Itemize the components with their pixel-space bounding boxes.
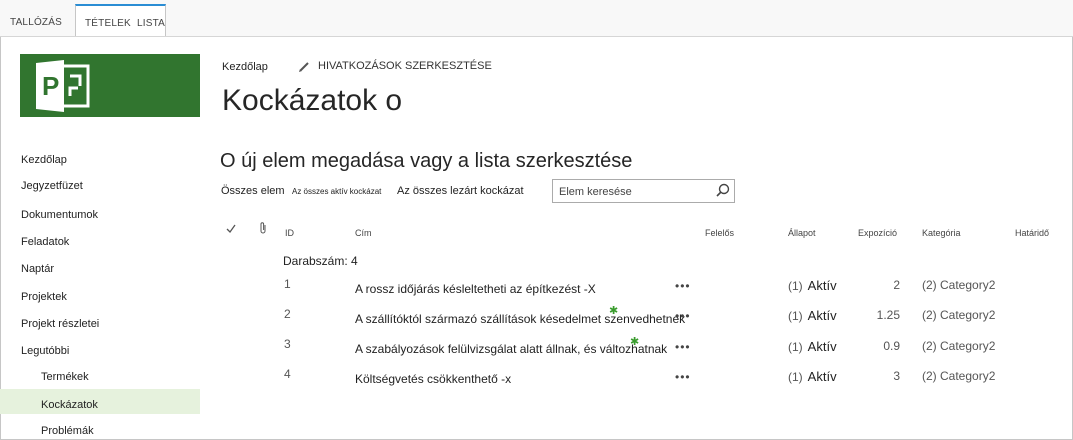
- row-id: 2: [284, 307, 291, 321]
- row-category: (2) Category2: [922, 369, 996, 383]
- attachment-icon: [260, 222, 266, 234]
- tab-items-list[interactable]: TÉTELEK LISTA: [75, 4, 166, 36]
- row-status: (1) Aktív: [788, 339, 837, 354]
- column-header-exposure[interactable]: Expozíció: [858, 228, 897, 238]
- edit-links-button[interactable]: HIVATKOZÁSOK SZERKESZTÉSE: [299, 60, 492, 72]
- nav-item-home[interactable]: Kezdőlap: [21, 154, 67, 166]
- row-more-button[interactable]: •••: [675, 309, 691, 323]
- row-status: (1) Aktív: [788, 369, 837, 384]
- row-status-code: (1): [788, 370, 803, 384]
- row-more-button[interactable]: •••: [675, 370, 691, 384]
- row-exposure: 1.25: [876, 308, 900, 322]
- row-status-code: (1): [788, 340, 803, 354]
- row-id: 1: [284, 277, 291, 291]
- project-logo[interactable]: P: [20, 54, 200, 117]
- row-more-button[interactable]: •••: [675, 340, 691, 354]
- ribbon: TALLÓZÁS TÉTELEK LISTA: [0, 0, 1073, 37]
- view-active-risks[interactable]: Az összes aktív kockázat: [292, 187, 381, 196]
- tab-items[interactable]: TÉTELEK: [85, 6, 131, 42]
- row-status: (1) Aktív: [788, 278, 837, 293]
- tab-browse[interactable]: TALLÓZÁS: [10, 0, 62, 36]
- row-status-code: (1): [788, 309, 803, 323]
- nav-item-notebook[interactable]: Jegyzetfüzet: [21, 180, 83, 192]
- row-title-link[interactable]: A rossz időjárás késleltetheti az építke…: [355, 282, 596, 296]
- column-header-category[interactable]: Kategória: [922, 228, 961, 238]
- row-id: 4: [284, 367, 291, 381]
- row-status: (1) Aktív: [788, 308, 837, 323]
- breadcrumb-home[interactable]: Kezdőlap: [222, 61, 268, 73]
- edit-links-label: HIVATKOZÁSOK SZERKESZTÉSE: [318, 60, 492, 72]
- row-title-link[interactable]: A szállítóktól származó szállítások kése…: [355, 312, 685, 326]
- row-status-label: Aktív: [807, 369, 837, 384]
- column-header-title[interactable]: Cím: [355, 228, 372, 238]
- new-item-link[interactable]: O új elem megadása vagy a lista szerkesz…: [220, 150, 632, 172]
- row-status-label: Aktív: [807, 339, 837, 354]
- row-status-code: (1): [788, 279, 803, 293]
- column-header-owner[interactable]: Felelős: [705, 228, 734, 238]
- nav-item-recent[interactable]: Legutóbbi: [21, 345, 69, 357]
- row-exposure: 3: [893, 369, 900, 383]
- nav-sub-risks[interactable]: Kockázatok: [41, 399, 98, 411]
- row-title-link[interactable]: Költségvetés csökkenthető -x: [355, 372, 511, 386]
- row-exposure: 0.9: [883, 339, 900, 353]
- nav-item-projects[interactable]: Projektek: [21, 291, 67, 303]
- nav-item-calendar[interactable]: Naptár: [21, 263, 54, 275]
- project-logo-icon: P: [36, 60, 90, 112]
- row-status-label: Aktív: [807, 278, 837, 293]
- page-title: Kockázatok o: [222, 84, 403, 117]
- svg-text:P: P: [42, 71, 59, 101]
- row-exposure: 2: [893, 278, 900, 292]
- row-category: (2) Category2: [922, 278, 996, 292]
- new-item-star-icon: ✱: [609, 305, 619, 317]
- view-closed-risks[interactable]: Az összes lezárt kockázat: [397, 185, 524, 197]
- search-icon[interactable]: [716, 183, 730, 197]
- group-count[interactable]: Darabszám: 4: [283, 254, 358, 268]
- nav-item-project-details[interactable]: Projekt részletei: [21, 318, 99, 330]
- search-box: [552, 179, 735, 203]
- list-title: O új elem megadása vagy a lista szerkesz…: [220, 150, 632, 173]
- search-input[interactable]: [557, 181, 711, 203]
- tab-list[interactable]: LISTA: [137, 6, 165, 42]
- nav-item-tasks[interactable]: Feladatok: [21, 236, 69, 248]
- row-status-label: Aktív: [807, 308, 837, 323]
- row-category: (2) Category2: [922, 308, 996, 322]
- nav-sub-products[interactable]: Termékek: [41, 371, 89, 383]
- new-item-star-icon: ✱: [630, 336, 640, 348]
- column-header-due[interactable]: Határidő: [1015, 228, 1049, 238]
- row-more-button[interactable]: •••: [675, 279, 691, 293]
- column-header-status[interactable]: Állapot: [788, 228, 816, 238]
- row-title-link[interactable]: A szabályozások felülvizsgálat alatt áll…: [355, 342, 667, 356]
- nav-sub-issues[interactable]: Problémák: [41, 425, 94, 437]
- nav-selected-highlight: [0, 389, 200, 414]
- pencil-icon: [299, 61, 309, 72]
- nav-item-documents[interactable]: Dokumentumok: [21, 209, 98, 221]
- row-category: (2) Category2: [922, 339, 996, 353]
- column-header-id[interactable]: ID: [285, 228, 294, 238]
- view-all-items[interactable]: Összes elem: [221, 185, 285, 197]
- select-all-check-icon[interactable]: [226, 224, 236, 233]
- row-id: 3: [284, 337, 291, 351]
